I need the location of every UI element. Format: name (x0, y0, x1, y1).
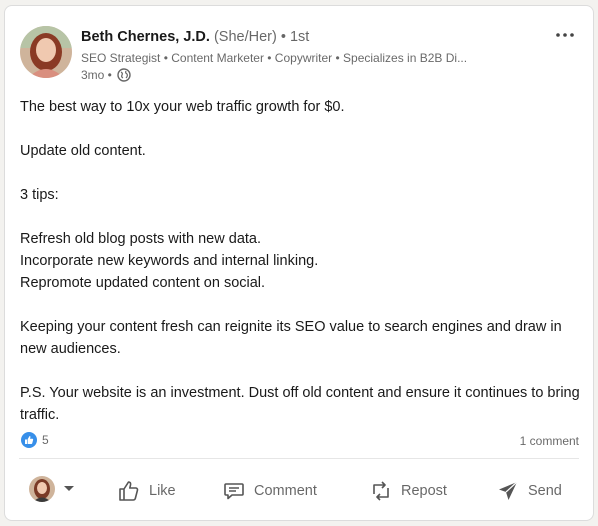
send-button[interactable]: Send (496, 476, 562, 506)
post-line: 3 tips: (20, 187, 59, 203)
post-line: The best way to 10x your web traffic gro… (20, 99, 345, 115)
reactions-summary[interactable]: 5 (21, 432, 49, 448)
post-meta: 3mo • (81, 68, 131, 82)
comments-count[interactable]: 1 comment (520, 434, 579, 448)
comment-button[interactable]: Comment (222, 476, 317, 506)
more-icon[interactable] (555, 28, 575, 42)
chevron-down-icon (63, 480, 75, 498)
globe-icon (117, 68, 131, 82)
repost-label: Repost (401, 483, 447, 499)
connection-degree: • 1st (280, 29, 310, 45)
post-time: 3mo • (81, 68, 112, 82)
action-bar: Like Comment Repost Send (5, 468, 593, 514)
author-headline: SEO Strategist • Content Marketer • Copy… (81, 51, 468, 65)
author-name-line: Beth Chernes, J.D. (She/Her) • 1st (81, 29, 309, 45)
author-avatar[interactable] (20, 26, 72, 78)
author-name[interactable]: Beth Chernes, J.D. (81, 29, 210, 45)
actor-avatar (29, 476, 55, 502)
divider (19, 458, 579, 459)
like-icon (117, 479, 141, 503)
post-body: The best way to 10x your web traffic gro… (20, 96, 580, 426)
post-line: P.S. Your website is an investment. Dust… (20, 385, 580, 423)
post-line: Refresh old blog posts with new data. (20, 231, 261, 247)
like-button[interactable]: Like (117, 476, 176, 506)
like-reaction-icon (21, 432, 37, 448)
author-pronouns: (She/Her) (213, 29, 277, 45)
comment-label: Comment (254, 483, 317, 499)
like-label: Like (149, 483, 176, 499)
post-line: Repromote updated content on social. (20, 275, 266, 291)
post-line: Keeping your content fresh can reignite … (20, 319, 562, 357)
send-icon (496, 479, 520, 503)
comment-icon (222, 479, 246, 503)
post-line: Incorporate new keywords and internal li… (20, 253, 319, 269)
reactions-count: 5 (42, 433, 49, 447)
repost-button[interactable]: Repost (369, 476, 447, 506)
post-line: Update old content. (20, 143, 146, 159)
actor-switcher[interactable] (29, 476, 75, 502)
post-card: Beth Chernes, J.D. (She/Her) • 1st SEO S… (4, 5, 594, 521)
repost-icon (369, 479, 393, 503)
send-label: Send (528, 483, 562, 499)
